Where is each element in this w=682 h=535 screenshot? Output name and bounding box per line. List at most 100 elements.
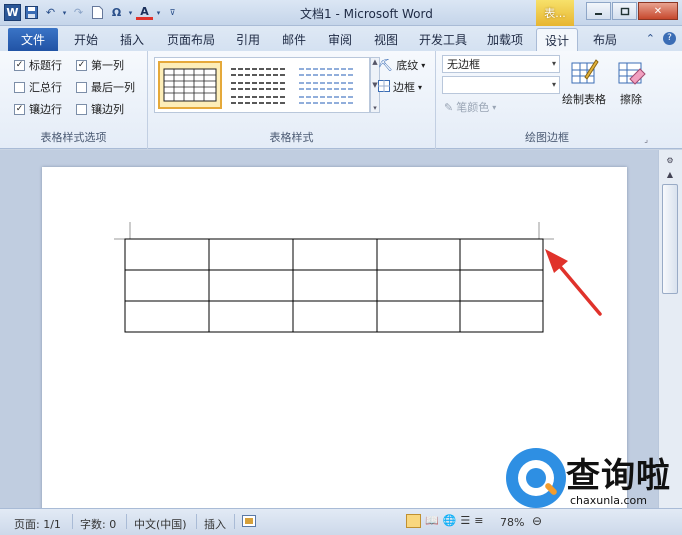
help-icon[interactable]: ?: [663, 32, 676, 45]
outline-icon[interactable]: ☰: [460, 514, 470, 528]
macro-record-icon[interactable]: [242, 515, 256, 530]
checkbox-label: 标题行: [29, 59, 62, 72]
draw-table-button[interactable]: 绘制表格: [562, 57, 606, 107]
border-weight-dropdown[interactable]: ▾: [442, 76, 560, 94]
pen-icon: ✎: [444, 100, 454, 114]
full-screen-reading-icon[interactable]: 📖: [425, 514, 439, 528]
checkbox-label: 镶边行: [29, 103, 62, 116]
group-table-styles: ▲ ▼ ▾ ⛏ 底纹 ▾ 边框 ▾ 表格样式: [148, 51, 436, 149]
dropdown-arrow-icon: ▾: [551, 59, 556, 68]
tab-design[interactable]: 设计: [536, 28, 578, 51]
tab-page-layout[interactable]: 页面布局: [160, 28, 222, 51]
table-style-grid-thumb[interactable]: [158, 61, 222, 109]
table-style-plain-thumb[interactable]: [227, 61, 291, 109]
checkbox-icon[interactable]: ✓: [14, 103, 25, 115]
ribbon-tab-bar: 文件 开始 插入 页面布局 引用 邮件 审阅 视图 开发工具 加载项 设计 布局…: [0, 26, 682, 51]
group-label: 表格样式选项: [40, 131, 107, 144]
tab-developer[interactable]: 开发工具: [412, 28, 474, 51]
view-buttons: 📖 🌐 ☰ ≡: [406, 514, 484, 528]
checkbox-banded-columns[interactable]: 镶边列: [76, 101, 124, 117]
paint-bucket-icon: ⛏: [378, 58, 394, 72]
shading-button[interactable]: ⛏ 底纹 ▾: [378, 57, 425, 73]
web-layout-icon[interactable]: 🌐: [443, 514, 457, 528]
gallery-more-icon[interactable]: ▾: [373, 104, 377, 112]
draft-icon[interactable]: ≡: [474, 514, 483, 528]
print-layout-icon[interactable]: [406, 514, 421, 528]
gallery-down-icon[interactable]: ▼: [372, 81, 377, 89]
collapse-ribbon-icon[interactable]: ⌃: [646, 32, 655, 45]
gallery-up-icon[interactable]: ▲: [372, 58, 377, 66]
page-count[interactable]: 页面: 1/1: [14, 516, 61, 532]
checkbox-banded-rows[interactable]: ✓ 镶边行: [14, 101, 62, 117]
group-draw-borders: 无边框 ▾ ▾ ✎ 笔颜色 ▾ 绘制表格 擦除 绘图边框 ⌟: [436, 51, 658, 149]
symbol-dropdown-icon[interactable]: ▾: [127, 4, 134, 21]
restore-button[interactable]: [612, 2, 637, 20]
red-arrow-annotation: [545, 249, 602, 316]
checkbox-icon[interactable]: ✓: [76, 59, 87, 71]
undo-icon[interactable]: ↶: [42, 4, 59, 21]
minimize-button[interactable]: [586, 2, 611, 20]
customize-qat-icon[interactable]: ⊽: [164, 4, 181, 21]
document-table[interactable]: [124, 238, 544, 333]
save-icon[interactable]: [23, 4, 40, 21]
tab-insert[interactable]: 插入: [112, 28, 152, 51]
zoom-level[interactable]: 78%: [500, 516, 524, 529]
font-color-icon[interactable]: A: [136, 5, 153, 20]
scroll-thumb[interactable]: [662, 184, 678, 294]
tab-add-ins[interactable]: 加载项: [480, 28, 530, 51]
eraser-button[interactable]: 擦除: [616, 57, 646, 107]
borders-button[interactable]: 边框 ▾: [378, 79, 422, 95]
checkbox-last-column[interactable]: 最后一列: [76, 79, 135, 95]
word-count[interactable]: 字数: 0: [80, 516, 116, 532]
tab-file[interactable]: 文件: [8, 28, 58, 51]
checkbox-icon[interactable]: [76, 103, 87, 115]
checkbox-header-row[interactable]: ✓ 标题行: [14, 57, 62, 73]
checkbox-icon[interactable]: ✓: [14, 59, 25, 71]
borders-icon: [378, 79, 390, 95]
table-style-gallery: [154, 57, 370, 113]
tab-mailings[interactable]: 邮件: [274, 28, 314, 51]
tab-review[interactable]: 审阅: [320, 28, 360, 51]
font-color-dropdown-icon[interactable]: ▾: [155, 4, 162, 21]
pen-color-button[interactable]: ✎ 笔颜色 ▾: [444, 99, 496, 115]
ruler-toggle-icon[interactable]: ⚙: [662, 154, 678, 168]
group-label: 表格样式: [269, 131, 314, 144]
draw-table-icon: [571, 59, 599, 84]
checkbox-label: 汇总行: [29, 81, 62, 94]
dialog-launcher-icon[interactable]: ⌟: [644, 135, 648, 144]
tab-layout[interactable]: 布局: [584, 28, 626, 51]
quick-access-toolbar: W ↶ ▾ ↷ Ω ▾ A ▾ ⊽: [4, 4, 181, 21]
close-button[interactable]: ✕: [638, 2, 678, 20]
language[interactable]: 中文(中国): [134, 516, 187, 532]
table-tools-context-tab: 表...: [536, 0, 574, 26]
checkbox-label: 最后一列: [91, 81, 135, 94]
dropdown-arrow-icon: ▾: [492, 102, 497, 112]
group-label: 绘图边框: [525, 131, 569, 144]
new-document-icon[interactable]: [89, 4, 106, 21]
group-table-style-options: ✓ 标题行 ✓ 第一列 汇总行 最后一列 ✓ 镶边行 镶边列 表格样式选项: [0, 51, 148, 149]
zoom-out-icon[interactable]: ⊖: [532, 514, 542, 528]
redo-icon[interactable]: ↷: [70, 4, 87, 21]
checkbox-icon[interactable]: [14, 81, 25, 93]
dropdown-arrow-icon: ▾: [421, 60, 426, 70]
border-style-dropdown[interactable]: 无边框 ▾: [442, 55, 560, 73]
title-bar: W ↶ ▾ ↷ Ω ▾ A ▾ ⊽ 文档1 - Microsoft Word 表…: [0, 0, 682, 26]
word-app-icon[interactable]: W: [4, 4, 21, 21]
ribbon-body: ✓ 标题行 ✓ 第一列 汇总行 最后一列 ✓ 镶边行 镶边列 表格样式选项 ▲ …: [0, 51, 682, 149]
tab-home[interactable]: 开始: [66, 28, 106, 51]
window-controls: ✕: [586, 2, 678, 20]
checkbox-icon[interactable]: [76, 81, 87, 93]
eraser-icon: [618, 62, 646, 85]
borders-label: 边框: [393, 81, 415, 94]
magnifier-logo-icon: [506, 448, 566, 508]
tab-references[interactable]: 引用: [228, 28, 268, 51]
checkbox-total-row[interactable]: 汇总行: [14, 79, 62, 95]
scroll-up-icon[interactable]: ▲: [662, 168, 678, 182]
tab-view[interactable]: 视图: [366, 28, 406, 51]
table-style-blue-thumb[interactable]: [295, 61, 359, 109]
checkbox-first-column[interactable]: ✓ 第一列: [76, 57, 124, 73]
undo-dropdown-icon[interactable]: ▾: [61, 4, 68, 21]
insert-mode[interactable]: 插入: [204, 516, 226, 532]
symbol-omega-icon[interactable]: Ω: [108, 4, 125, 21]
dropdown-arrow-icon: ▾: [418, 82, 423, 92]
